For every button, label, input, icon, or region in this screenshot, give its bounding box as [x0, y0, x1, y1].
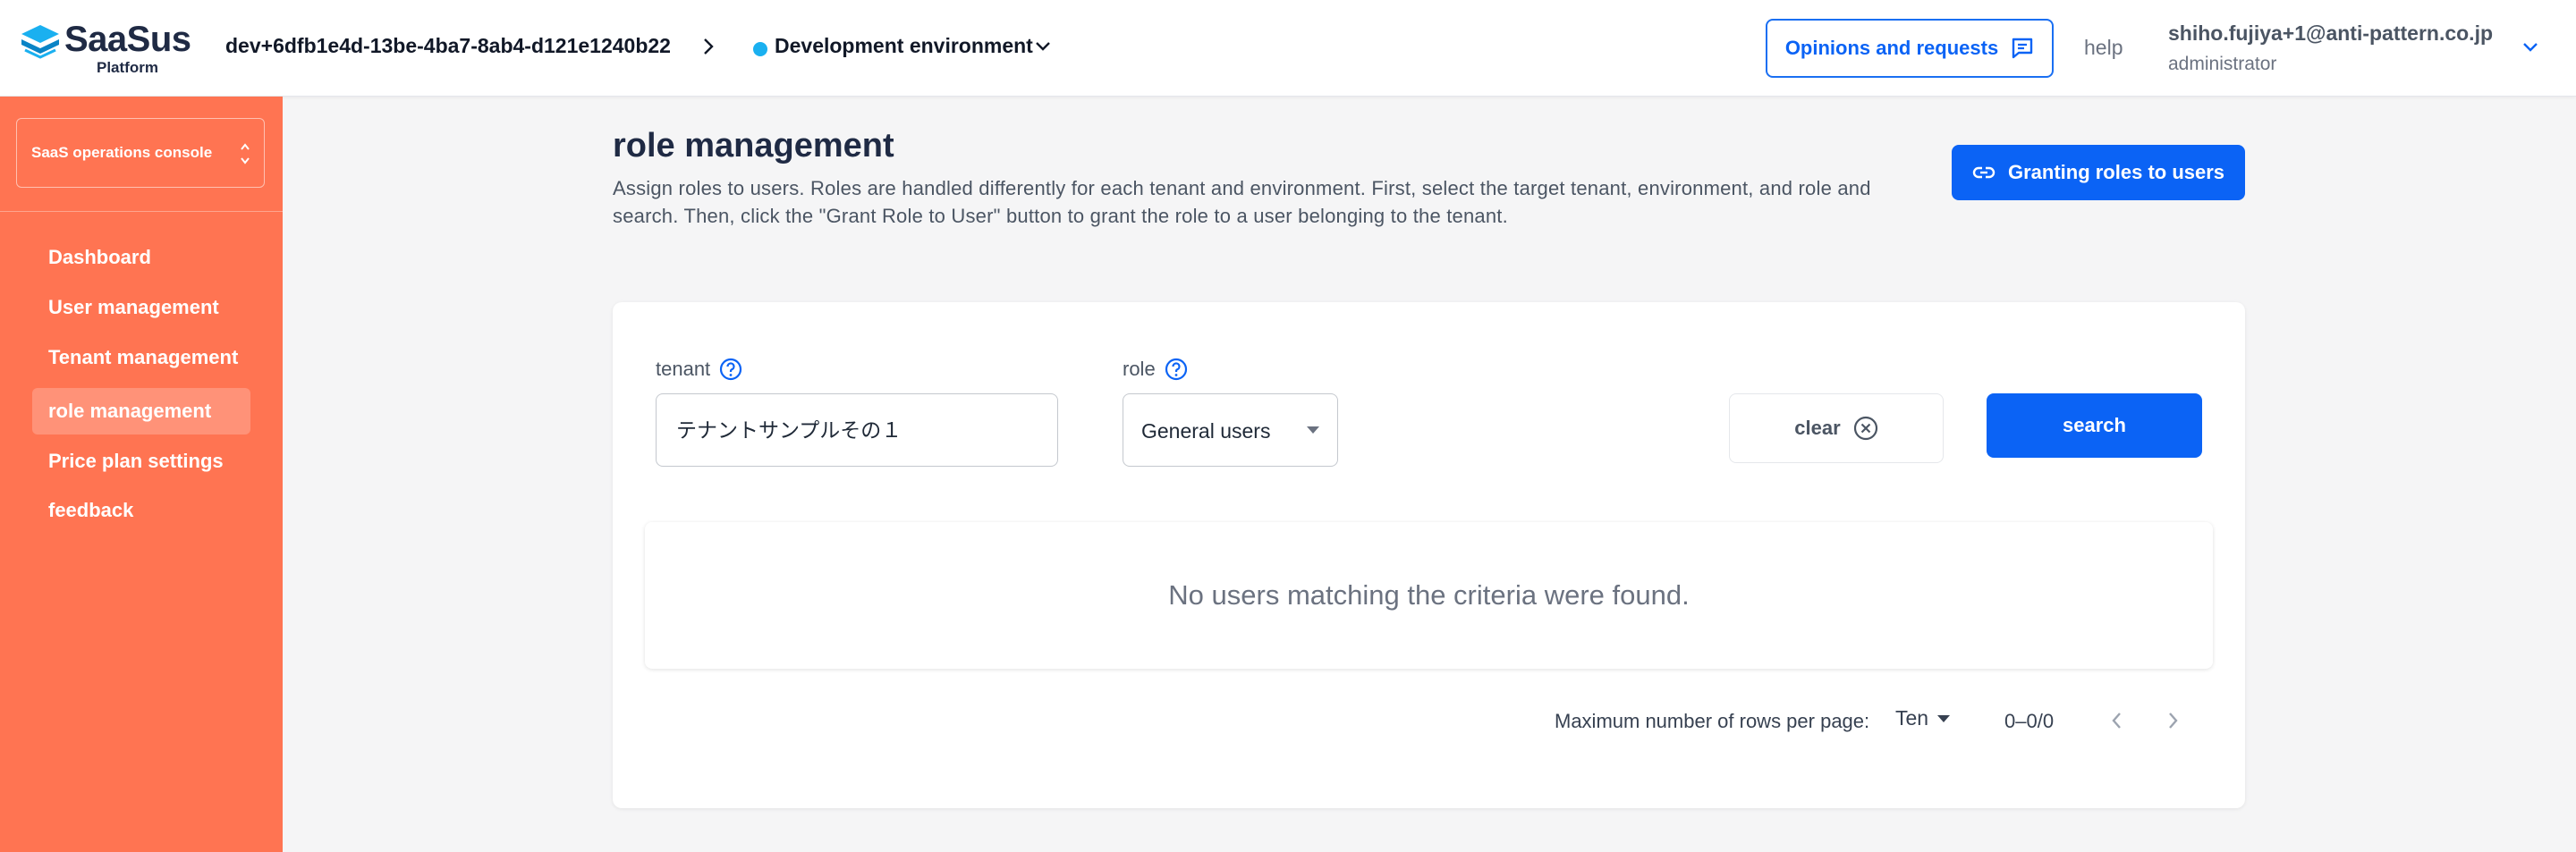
user-role: administrator	[2168, 54, 2277, 74]
user-email[interactable]: shiho.fujiya+1@anti-pattern.co.jp	[2168, 21, 2493, 46]
role-label-text: role	[1123, 358, 1156, 380]
role-search-card: tenant テナントサンプルその１ role General users cl…	[613, 302, 2245, 808]
link-icon	[1972, 166, 1996, 179]
environment-status-dot	[753, 42, 767, 56]
role-select-value: General users	[1141, 419, 1271, 443]
chevron-left-icon[interactable]	[2106, 708, 2128, 733]
page-description: Assign roles to users. Roles are handled…	[613, 177, 1871, 227]
environment-selector[interactable]: Development environment	[775, 34, 1033, 58]
clear-button[interactable]: clear	[1729, 393, 1944, 463]
grant-roles-button[interactable]: Granting roles to users	[1952, 145, 2245, 200]
console-selector[interactable]: SaaS operations console	[16, 118, 265, 188]
grant-roles-button-label: Granting roles to users	[2007, 161, 2225, 183]
sidebar-item-tenant-management[interactable]: Tenant management	[32, 334, 250, 381]
rows-per-page-label: Maximum number of rows per page:	[1555, 710, 1870, 732]
search-button[interactable]: search	[1987, 393, 2202, 458]
chevron-right-icon[interactable]	[2162, 708, 2183, 733]
rows-per-page-value: Ten	[1895, 706, 1929, 730]
logo-mark-icon	[21, 25, 59, 59]
opinions-button-label: Opinions and requests	[1784, 37, 1999, 59]
chevron-down-icon[interactable]	[2521, 38, 2540, 57]
environment-id[interactable]: dev+6dfb1e4d-13be-4ba7-8ab4-d121e1240b22	[225, 34, 671, 58]
help-link[interactable]: help	[2084, 36, 2123, 60]
role-field-label: role	[1123, 358, 1188, 381]
pagination-range: 0–0/0	[2004, 710, 2055, 732]
unfold-icon	[241, 143, 250, 164]
page-title: role management	[613, 127, 894, 164]
tenant-field-label: tenant	[656, 358, 742, 381]
role-select[interactable]: General users	[1123, 393, 1338, 467]
close-circle-icon	[1853, 416, 1877, 441]
help-circle-icon[interactable]	[719, 358, 742, 381]
sidebar-item-feedback[interactable]: feedback	[32, 487, 250, 534]
clear-button-label: clear	[1794, 417, 1841, 439]
saasus-logo[interactable]: SaaSus Platform	[20, 20, 199, 76]
sidebar-item-price-plan-settings[interactable]: Price plan settings	[32, 438, 250, 485]
top-header: SaaSus Platform dev+6dfb1e4d-13be-4ba7-8…	[0, 0, 2576, 97]
help-circle-icon[interactable]	[1165, 358, 1188, 381]
sidebar-item-role-management[interactable]: role management	[32, 388, 250, 434]
rows-per-page-select[interactable]: Ten	[1895, 706, 1951, 730]
opinions-requests-button[interactable]: Opinions and requests	[1766, 19, 2054, 78]
logo-subtext: Platform	[97, 59, 158, 76]
tenant-input[interactable]: テナントサンプルその１	[656, 393, 1058, 467]
console-selector-label: SaaS operations console	[31, 144, 213, 161]
sidebar-divider	[0, 211, 283, 212]
chevron-down-icon[interactable]	[1034, 38, 1052, 55]
chat-icon	[2012, 38, 2033, 59]
sidebar-item-dashboard[interactable]: Dashboard	[32, 234, 250, 281]
sidebar-item-user-management[interactable]: User management	[32, 284, 250, 331]
chevron-right-icon	[704, 38, 714, 55]
logo-text: SaaSus	[64, 20, 191, 59]
tenant-label-text: tenant	[656, 358, 711, 380]
sidebar: SaaS operations console Dashboard User m…	[0, 97, 283, 852]
dropdown-caret-icon	[1307, 426, 1319, 434]
empty-results-message: No users matching the criteria were foun…	[645, 522, 2213, 669]
dropdown-caret-icon	[1937, 714, 1951, 722]
